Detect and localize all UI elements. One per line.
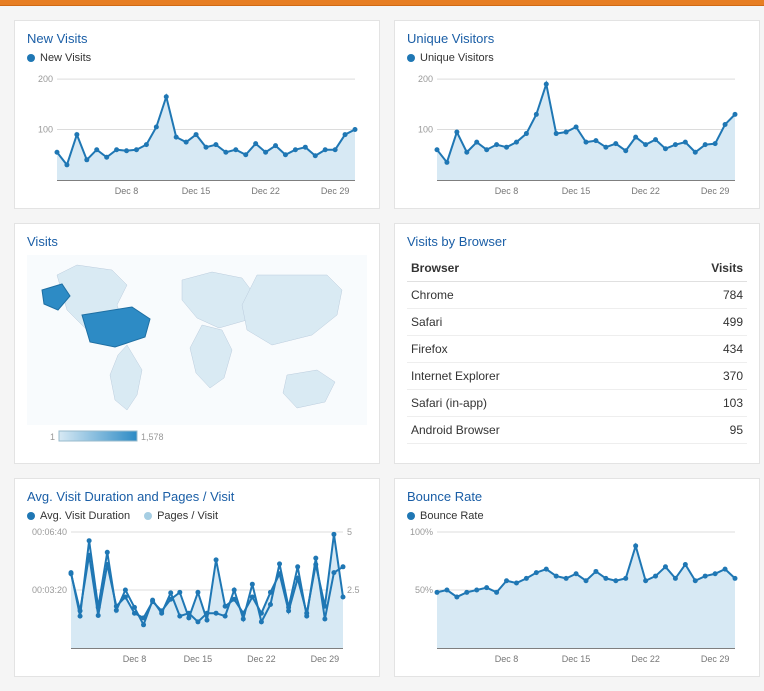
svg-text:200: 200 — [418, 74, 433, 84]
card-bounce-rate: Bounce Rate Bounce Rate 50% 100% Dec 8 Dec … — [394, 478, 760, 677]
card-visit-duration: Avg. Visit Duration and Pages / Visit Av… — [14, 478, 380, 677]
title-visits-map: Visits — [27, 234, 367, 249]
cell-browser: Safari (in-app) — [407, 390, 648, 417]
dot-icon — [407, 512, 415, 520]
svg-text:50%: 50% — [415, 585, 433, 595]
svg-text:Dec 8: Dec 8 — [115, 186, 139, 196]
svg-text:Dec 15: Dec 15 — [562, 186, 591, 196]
legend-label: New Visits — [40, 52, 91, 64]
legend-label: Bounce Rate — [420, 510, 484, 522]
dot-icon — [27, 512, 35, 520]
svg-text:Dec 22: Dec 22 — [247, 654, 276, 664]
svg-text:Dec 15: Dec 15 — [184, 654, 213, 664]
title-new-visits: New Visits — [27, 31, 367, 46]
svg-text:5: 5 — [347, 528, 352, 537]
legend-item: New Visits — [27, 52, 91, 64]
svg-text:100: 100 — [38, 125, 53, 135]
svg-text:Dec 22: Dec 22 — [251, 186, 280, 196]
svg-text:Dec 22: Dec 22 — [631, 186, 660, 196]
legend-item: Bounce Rate — [407, 510, 484, 522]
svg-text:100%: 100% — [410, 528, 433, 537]
cell-browser: Safari — [407, 309, 648, 336]
title-bounce-rate: Bounce Rate — [407, 489, 747, 504]
legend-label: Unique Visitors — [420, 52, 494, 64]
dashboard-grid: New Visits New Visits 100 200 Dec 8 Dec 15 D… — [0, 6, 764, 691]
svg-text:Dec 8: Dec 8 — [123, 654, 147, 664]
svg-text:2.5: 2.5 — [347, 585, 360, 595]
cell-browser: Chrome — [407, 282, 648, 309]
svg-text:Dec 15: Dec 15 — [182, 186, 211, 196]
table-row: Internet Explorer370 — [407, 363, 747, 390]
chart-bounce-rate: 50% 100% Dec 8 Dec 15 Dec 22 Dec 29 — [407, 528, 747, 668]
title-visit-duration: Avg. Visit Duration and Pages / Visit — [27, 489, 367, 504]
cell-browser: Firefox — [407, 336, 648, 363]
cell-visits: 370 — [648, 363, 747, 390]
cell-browser: Android Browser — [407, 417, 648, 444]
legend-item: Unique Visitors — [407, 52, 494, 64]
chart-visit-duration: 00:03:20 00:06:40 2.5 5 Dec 8 Dec 15 Dec 22 Dec… — [27, 528, 367, 668]
card-unique-visitors: Unique Visitors Unique Visitors 100 200 De… — [394, 20, 760, 209]
svg-text:100: 100 — [418, 125, 433, 135]
svg-text:Dec 15: Dec 15 — [562, 654, 591, 664]
th-browser: Browser — [407, 255, 648, 282]
legend-new-visits: New Visits — [27, 52, 367, 64]
card-new-visits: New Visits New Visits 100 200 Dec 8 Dec 15 D… — [14, 20, 380, 209]
cell-browser: Internet Explorer — [407, 363, 648, 390]
table-row: Firefox434 — [407, 336, 747, 363]
svg-text:00:06:40: 00:06:40 — [32, 528, 67, 537]
title-visits-browser: Visits by Browser — [407, 234, 747, 249]
th-visits: Visits — [648, 255, 747, 282]
cell-visits: 499 — [648, 309, 747, 336]
dot-icon — [27, 54, 35, 62]
legend-unique-visitors: Unique Visitors — [407, 52, 747, 64]
legend-label: Pages / Visit — [157, 510, 218, 522]
cell-visits: 434 — [648, 336, 747, 363]
cell-visits: 103 — [648, 390, 747, 417]
svg-text:Dec 29: Dec 29 — [701, 186, 730, 196]
table-row: Chrome784 — [407, 282, 747, 309]
cell-visits: 784 — [648, 282, 747, 309]
svg-text:00:03:20: 00:03:20 — [32, 585, 67, 595]
chart-new-visits: 100 200 Dec 8 Dec 15 Dec 22 Dec 29 — [27, 70, 367, 200]
svg-text:Dec 29: Dec 29 — [701, 654, 730, 664]
legend-item: Avg. Visit Duration — [27, 510, 130, 522]
svg-text:Dec 8: Dec 8 — [495, 186, 519, 196]
card-visits-map: Visits 1 1,578 — [14, 223, 380, 464]
title-unique-visitors: Unique Visitors — [407, 31, 747, 46]
chart-unique-visitors: 100 200 Dec 8 Dec 15 Dec 22 Dec 29 — [407, 70, 747, 200]
table-row: Android Browser95 — [407, 417, 747, 444]
legend-bounce-rate: Bounce Rate — [407, 510, 747, 522]
svg-text:Dec 22: Dec 22 — [631, 654, 660, 664]
dot-icon — [407, 54, 415, 62]
svg-text:Dec 29: Dec 29 — [321, 186, 350, 196]
cell-visits: 95 — [648, 417, 747, 444]
table-row: Safari (in-app)103 — [407, 390, 747, 417]
svg-text:Dec 8: Dec 8 — [495, 654, 519, 664]
dot-icon — [144, 512, 152, 520]
table-row: Safari499 — [407, 309, 747, 336]
legend-visit-duration: Avg. Visit Duration Pages / Visit — [27, 510, 367, 522]
legend-item: Pages / Visit — [144, 510, 218, 522]
svg-text:Dec 29: Dec 29 — [311, 654, 340, 664]
browser-table: Browser Visits Chrome784Safari499Firefox… — [407, 255, 747, 444]
legend-label: Avg. Visit Duration — [40, 510, 130, 522]
card-visits-browser: Visits by Browser Browser Visits Chrome7… — [394, 223, 760, 464]
svg-text:200: 200 — [38, 74, 53, 84]
world-map: 1 1,578 — [27, 255, 367, 455]
map-legend-max: 1,578 — [141, 432, 164, 442]
map-legend-min: 1 — [50, 432, 55, 442]
